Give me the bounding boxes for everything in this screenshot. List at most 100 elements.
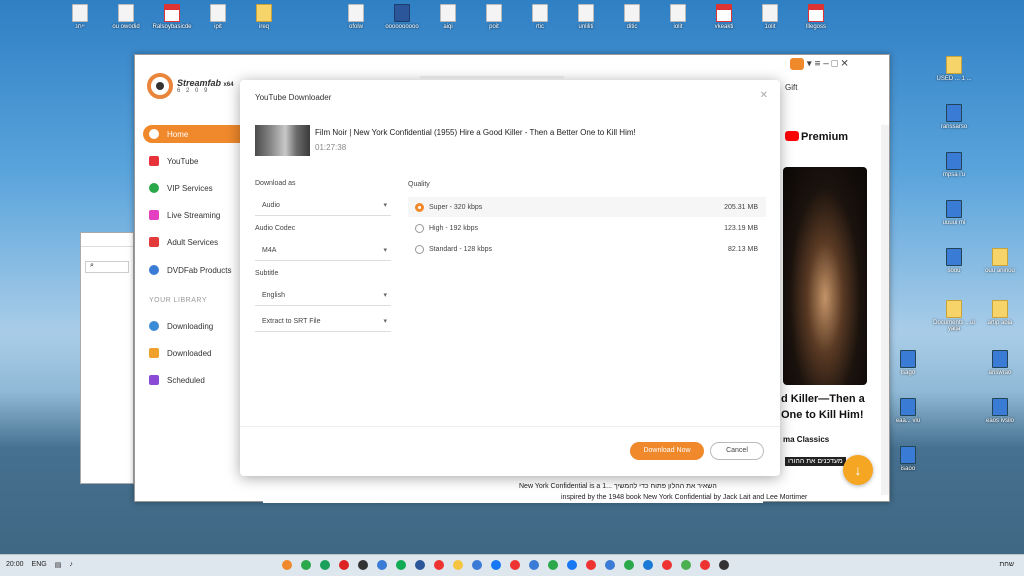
- app-icon[interactable]: [377, 560, 387, 570]
- desktop-icon[interactable]: 1olit: [748, 4, 792, 30]
- desktop-icon[interactable]: mpsa i'u: [932, 152, 976, 178]
- desktop-icon[interactable]: uuuui mi: [932, 200, 976, 226]
- desktop-icon[interactable]: rtic: [518, 4, 562, 30]
- close-icon[interactable]: ✕: [760, 90, 768, 101]
- app-icon[interactable]: [605, 560, 615, 570]
- desktop-icon[interactable]: vkeakti: [702, 4, 746, 30]
- desktop-icon[interactable]: Ralsoybasicde: [150, 4, 194, 30]
- quality-option[interactable]: High - 192 kbps 123.19 MB: [408, 218, 766, 238]
- sidebar-item-downloaded[interactable]: Downloaded: [143, 344, 241, 362]
- desktop-icon[interactable]: ouu aninou: [978, 248, 1022, 274]
- desktop-icon[interactable]: USED ... 1 ...: [932, 56, 976, 82]
- subtitle-extract-select[interactable]: Extract to SRT File ▾: [255, 312, 391, 332]
- desktop-icon[interactable]: aiqi: [426, 4, 470, 30]
- dialog-grip[interactable]: [420, 76, 564, 79]
- cancel-button[interactable]: Cancel: [710, 442, 764, 460]
- app-icon[interactable]: [396, 560, 406, 570]
- app-icon[interactable]: [434, 560, 444, 570]
- desktop-icon[interactable]: eaa... viu: [886, 398, 930, 424]
- desktop-icon[interactable]: artip aoia: [978, 300, 1022, 326]
- download-as-select[interactable]: Audio ▾: [255, 196, 391, 216]
- menu-icon[interactable]: ▾: [807, 59, 812, 70]
- desktop-icon[interactable]: poit: [472, 4, 516, 30]
- brand-name: Streamfab x64: [177, 78, 234, 88]
- explorer-window[interactable]: ⌕: [80, 232, 134, 484]
- quality-option[interactable]: Super - 320 kbps 205.31 MB: [408, 197, 766, 217]
- desktop-icon[interactable]: ditic: [610, 4, 654, 30]
- app-icon[interactable]: [719, 560, 729, 570]
- app-icon[interactable]: [548, 560, 558, 570]
- hamburger-icon[interactable]: ≡: [815, 59, 821, 70]
- desktop-icon[interactable]: ipit: [196, 4, 240, 30]
- taskbar-right-text[interactable]: שחת: [999, 561, 1014, 568]
- scrollbar[interactable]: [881, 125, 889, 495]
- sidebar-item-vip-services[interactable]: VIP Services: [143, 179, 241, 197]
- gift-link[interactable]: Gift: [785, 83, 797, 92]
- app-icon[interactable]: [529, 560, 539, 570]
- gift-badge-icon[interactable]: [790, 58, 804, 70]
- volume-icon[interactable]: ♪: [69, 561, 73, 569]
- audio-codec-select[interactable]: M4A ▾: [255, 241, 391, 261]
- channel-name[interactable]: ma Classics: [783, 435, 829, 444]
- streamfab-taskbar-icon[interactable]: [282, 560, 292, 570]
- desktop-icon[interactable]: ייחנ: [58, 4, 102, 30]
- library-title: YOUR LIBRARY: [149, 297, 207, 304]
- desktop-icon[interactable]: lllegoss: [794, 4, 838, 30]
- explorer-titlebar[interactable]: [81, 233, 133, 247]
- app-icon[interactable]: [339, 560, 349, 570]
- app-icon[interactable]: [358, 560, 368, 570]
- desktop-icon[interactable]: ranssarso: [932, 104, 976, 130]
- pdf-icon: [716, 4, 732, 22]
- desktop-icon[interactable]: iolit: [656, 4, 700, 30]
- sidebar-item-live-streaming[interactable]: Live Streaming: [143, 206, 241, 224]
- app-icon[interactable]: [472, 560, 482, 570]
- quality-label: Quality: [408, 181, 430, 188]
- sidebar-item-dvdfab-products[interactable]: DVDFab Products: [143, 261, 241, 279]
- app-icon[interactable]: [567, 560, 577, 570]
- search-input[interactable]: ⌕: [85, 261, 129, 273]
- opera-icon[interactable]: [586, 560, 596, 570]
- desktop-icon[interactable]: lsago: [886, 350, 930, 376]
- floating-download-button[interactable]: ↓: [843, 455, 873, 485]
- desktop-icon[interactable]: ireq: [242, 4, 286, 30]
- desktop-icon[interactable]: Documents ...ul yaija: [932, 300, 976, 332]
- desktop-icon[interactable]: oooooooooo: [380, 4, 424, 30]
- maximize-icon[interactable]: □: [832, 59, 838, 70]
- sidebar-item-downloading[interactable]: Downloading: [143, 317, 241, 335]
- minimize-icon[interactable]: –: [823, 59, 829, 70]
- file-icon: [118, 4, 134, 22]
- desktop-icon[interactable]: unliliti: [564, 4, 608, 30]
- close-icon[interactable]: ✕: [840, 59, 848, 70]
- sidebar-item-home[interactable]: Home: [143, 125, 241, 143]
- sidebar-item-adult-services[interactable]: Adult Services: [143, 233, 241, 251]
- whatsapp-icon[interactable]: [301, 560, 311, 570]
- app-icon[interactable]: [320, 560, 330, 570]
- quality-option[interactable]: Standard - 128 kbps 82.13 MB: [408, 239, 766, 259]
- app-icon[interactable]: [662, 560, 672, 570]
- chrome-icon[interactable]: [681, 560, 691, 570]
- desktop-icon[interactable]: eaos ivsilo: [978, 398, 1022, 424]
- subtitle-select[interactable]: English ▾: [255, 286, 391, 306]
- clock[interactable]: 20:00: [6, 561, 24, 569]
- divider: [240, 426, 780, 427]
- desktop-icon[interactable]: ofolw: [334, 4, 378, 30]
- word-icon[interactable]: [415, 560, 425, 570]
- desktop-icon[interactable]: ou owodid: [104, 4, 148, 30]
- explorer-icon[interactable]: [453, 560, 463, 570]
- video-poster[interactable]: [783, 167, 867, 385]
- sidebar-item-scheduled[interactable]: Scheduled: [143, 371, 241, 389]
- download-now-button[interactable]: Download Now: [630, 442, 704, 460]
- facebook-icon[interactable]: [491, 560, 501, 570]
- app-icon[interactable]: [510, 560, 520, 570]
- language-indicator[interactable]: ENG: [32, 561, 47, 569]
- app-icon[interactable]: [643, 560, 653, 570]
- desktop-icon[interactable]: soou: [932, 248, 976, 274]
- app-icon[interactable]: [624, 560, 634, 570]
- app-icon[interactable]: [700, 560, 710, 570]
- sidebar-item-youtube[interactable]: YouTube: [143, 152, 241, 170]
- youtube-premium-logo: Premium: [785, 131, 848, 143]
- desktop-icon[interactable]: ariswrao: [978, 350, 1022, 376]
- youtube-icon: [149, 156, 159, 166]
- desktop-icon[interactable]: isaoo: [886, 446, 930, 472]
- network-icon[interactable]: ▤: [55, 561, 62, 569]
